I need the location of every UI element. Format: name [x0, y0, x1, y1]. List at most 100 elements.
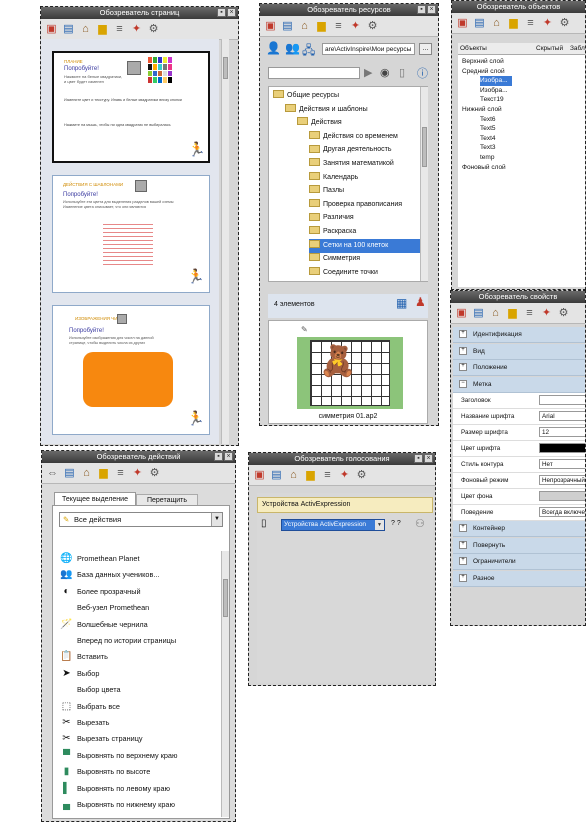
shared-resources-icon[interactable]: 🖧 — [302, 41, 315, 62]
device-dropdown[interactable]: Устройства ActivExpression ▼ — [281, 519, 385, 531]
property-section[interactable]: + Ограничители — [453, 554, 585, 570]
resource-tree-item[interactable]: Различия — [309, 211, 427, 225]
objects-icon[interactable]: ⌂ — [286, 468, 301, 483]
close-icon[interactable]: × — [427, 5, 436, 14]
properties-icon[interactable]: ≡ — [113, 466, 128, 481]
property-value[interactable]: Всегда включено — [539, 507, 585, 517]
resource-icon[interactable]: ▤ — [471, 306, 486, 321]
column-objects[interactable]: Объекты — [460, 43, 487, 54]
column-locked[interactable]: Заблок — [570, 43, 585, 54]
property-browser-titlebar[interactable]: Обозреватель свойств — [451, 291, 585, 303]
resource-path-field[interactable]: are\ActivInspire\Мои ресурсы — [322, 43, 415, 55]
action-list-item[interactable]: ▮ Выровнять по высоте — [60, 764, 151, 780]
object-tree-item[interactable]: Средний слой — [462, 67, 505, 77]
scrollbar-thumb[interactable] — [223, 57, 228, 79]
scrollbar-thumb[interactable] — [223, 579, 228, 617]
close-icon[interactable]: × — [424, 454, 433, 463]
expand-icon[interactable]: + — [459, 363, 467, 372]
action-list-item[interactable]: Выбор цвета — [60, 682, 121, 698]
expand-icon[interactable]: + — [459, 573, 467, 582]
object-tree-item[interactable]: temp — [480, 153, 494, 163]
resource-tree-item[interactable]: Проверка правописания — [309, 198, 427, 212]
search-input[interactable] — [268, 67, 360, 79]
page-thumbnail-1[interactable]: ПЛАНИЕ Попробуйте! Нажмите на белые квад… — [52, 51, 210, 163]
resource-tree-item[interactable]: Другая деятельность — [309, 143, 427, 157]
pin-icon[interactable]: ▪ — [417, 5, 426, 14]
properties-icon[interactable]: ≡ — [523, 16, 538, 31]
action-list-item[interactable]: ✂ Вырезать страницу — [60, 731, 142, 747]
objects-icon[interactable]: ⌂ — [297, 19, 312, 34]
page-thumbnail-3[interactable]: ИЗОБРАЖЕНИЯ ЧИСЕЛ Попробуйте! Используйт… — [52, 305, 210, 435]
expand-icon[interactable]: + — [459, 524, 467, 533]
help-icon[interactable]: ⓘ — [417, 65, 428, 81]
action-filter-dropdown[interactable]: ✎ Все действия ▼ — [59, 512, 223, 527]
resource-browser-titlebar[interactable]: Обозреватель ресурсов ▪ × — [260, 4, 438, 16]
collapse-icon[interactable]: − — [459, 379, 467, 388]
close-icon[interactable]: × — [227, 8, 236, 17]
property-section[interactable]: + Разное — [453, 570, 585, 587]
notes-icon[interactable]: ▆ — [96, 466, 111, 481]
chevron-down-icon[interactable]: ▼ — [375, 520, 384, 530]
resize-arrow-icon[interactable]: ⇔ — [45, 466, 60, 481]
actions-icon[interactable]: ✦ — [129, 22, 144, 37]
scrollbar-thumb[interactable] — [422, 127, 427, 167]
page-thumbnail-2[interactable]: ДЕЙСТВИЯ С ШАБЛОНАМИ Попробуйте! Использ… — [52, 175, 210, 293]
actions-icon[interactable]: ✦ — [337, 468, 352, 483]
notes-icon[interactable]: ▆ — [505, 306, 520, 321]
user-icon[interactable]: 👤 — [266, 41, 281, 55]
action-list-item[interactable]: Вперед по истории страницы — [60, 633, 176, 649]
property-section[interactable]: + Идентификация — [453, 327, 585, 343]
resource-icon[interactable]: ▤ — [61, 22, 76, 37]
expand-icon[interactable]: + — [459, 330, 467, 339]
action-list-item[interactable]: ▄ Выровнять по нижнему краю — [60, 797, 175, 813]
flipchart-icon[interactable]: ▣ — [44, 22, 59, 37]
voting-icon[interactable]: ⚙ — [365, 19, 380, 34]
object-tree-item[interactable]: Text4 — [480, 134, 496, 144]
voting-icon[interactable]: ⚙ — [556, 306, 571, 321]
property-section[interactable]: + Вид — [453, 343, 585, 360]
action-list-item[interactable]: ➤ Выбор — [60, 666, 99, 682]
register-device-icon[interactable]: ⚇ — [415, 517, 425, 530]
objects-icon[interactable]: ⌂ — [78, 22, 93, 37]
page-browser-titlebar[interactable]: Обозреватель страниц ▪ × — [41, 7, 238, 19]
resource-tree-item[interactable]: Раскраска — [309, 225, 427, 239]
resource-preview[interactable]: ✎ 🧸 симметрия 01.ap2 — [268, 320, 428, 424]
action-list-item[interactable]: 🌐 Promethean Planet — [60, 551, 139, 567]
action-list-item[interactable]: ✂ Вырезать — [60, 715, 109, 731]
resource-icon[interactable]: ▤ — [62, 466, 77, 481]
properties-icon[interactable]: ≡ — [522, 306, 537, 321]
chevron-down-icon[interactable]: ▼ — [211, 513, 222, 526]
action-list-scrollbar[interactable] — [221, 551, 229, 817]
notes-icon[interactable]: ▆ — [303, 468, 318, 483]
stamp-icon[interactable]: ♟ — [415, 295, 426, 309]
close-icon[interactable]: × — [224, 452, 233, 461]
voting-icon[interactable]: ⚙ — [147, 466, 162, 481]
users-icon[interactable]: 👥 — [285, 41, 300, 55]
objects-icon[interactable]: ⌂ — [79, 466, 94, 481]
view-mode-icon[interactable]: ▦ — [396, 296, 407, 310]
properties-icon[interactable]: ≡ — [112, 22, 127, 37]
page-icon[interactable]: ▯ — [399, 66, 405, 79]
voting-icon[interactable]: ⚙ — [354, 468, 369, 483]
property-section[interactable]: − Метка — [453, 376, 585, 393]
resource-tree-item[interactable]: Сетки на 100 клеток — [309, 238, 427, 253]
resource-tree-item[interactable]: Симметрия — [309, 252, 427, 266]
objects-icon[interactable]: ⌂ — [489, 16, 504, 31]
object-tree-item[interactable]: Текст19 — [480, 95, 504, 105]
expand-icon[interactable]: + — [459, 346, 467, 355]
properties-icon[interactable]: ≡ — [331, 19, 346, 34]
object-tree-item[interactable]: Изобра... — [480, 76, 512, 87]
action-browser-titlebar[interactable]: Обозреватель действий ▪ × — [42, 451, 235, 463]
objects-icon[interactable]: ⌂ — [488, 306, 503, 321]
resource-tree-item[interactable]: Занятия математикой — [309, 157, 427, 171]
browse-button[interactable]: ... — [419, 43, 432, 55]
action-list-item[interactable]: 📋 Вставить — [60, 649, 108, 665]
property-section[interactable]: + Положение — [453, 360, 585, 376]
voting-browser-titlebar[interactable]: Обозреватель голосования ▪ × — [249, 453, 435, 465]
action-list-item[interactable]: Веб-узел Promethean — [60, 600, 149, 616]
flipchart-icon[interactable]: ▣ — [263, 19, 278, 34]
actions-icon[interactable]: ✦ — [348, 19, 363, 34]
action-list-item[interactable]: ▀ Выровнять по верхнему краю — [60, 748, 177, 764]
actions-icon[interactable]: ✦ — [130, 466, 145, 481]
flipchart-icon[interactable]: ▣ — [455, 16, 470, 31]
